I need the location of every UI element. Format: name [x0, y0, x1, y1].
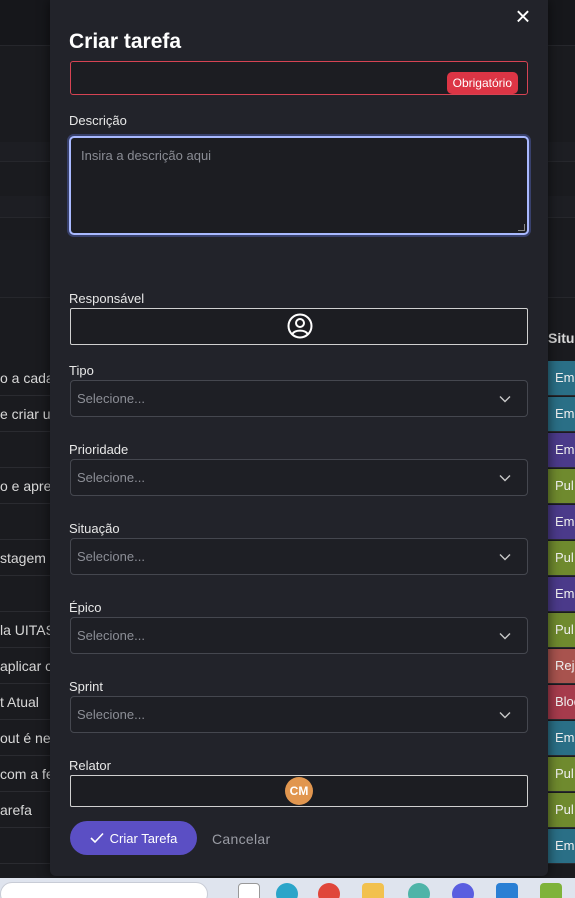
- chevron-down-icon: [499, 475, 511, 482]
- user-circle-icon: [287, 313, 313, 339]
- priority-label: Prioridade: [69, 442, 129, 457]
- epic-select[interactable]: Selecione...: [70, 617, 528, 654]
- type-select-value: Selecione...: [77, 391, 145, 406]
- description-label: Descrição: [69, 113, 127, 128]
- create-task-modal: × Criar tarefa Obrigatório Descrição Ins…: [50, 0, 548, 876]
- app-icon[interactable]: [540, 883, 562, 898]
- status-badge: Pul: [548, 793, 575, 827]
- background-task-title: out é ne: [0, 730, 51, 746]
- vscode-icon[interactable]: [496, 883, 518, 898]
- create-task-label: Criar Tarefa: [109, 830, 178, 846]
- status-badge: Em: [548, 721, 575, 755]
- check-icon: [90, 832, 104, 844]
- status-badge: Pul: [548, 541, 575, 575]
- modal-title: Criar tarefa: [69, 30, 182, 53]
- chevron-down-icon: [499, 554, 511, 561]
- required-badge: Obrigatório: [446, 72, 518, 94]
- background-task-title: aplicar c: [0, 658, 53, 674]
- assignee-selector[interactable]: [70, 308, 528, 345]
- type-label: Tipo: [69, 363, 94, 378]
- reporter-selector[interactable]: CM: [70, 775, 528, 807]
- status-column-header: Situaç: [548, 330, 575, 346]
- status-badge: Em: [548, 577, 575, 611]
- status-badge: Em: [548, 433, 575, 467]
- background-task-title: e criar u: [0, 406, 51, 422]
- chrome-browser-icon[interactable]: [318, 883, 340, 898]
- status-badge: Pul: [548, 757, 575, 791]
- chevron-down-icon: [499, 633, 511, 640]
- app-icon[interactable]: [408, 883, 430, 898]
- epic-label: Épico: [69, 600, 102, 615]
- background-task-title: com a fe: [0, 766, 54, 782]
- status-badge: Reje: [548, 649, 575, 683]
- status-badge: Em: [548, 397, 575, 431]
- status-badge: Em: [548, 505, 575, 539]
- background-task-title: stagem: [0, 550, 46, 566]
- status-badge: Bloq: [548, 685, 575, 719]
- folder-icon[interactable]: [362, 883, 384, 898]
- type-select[interactable]: Selecione...: [70, 380, 528, 417]
- priority-select[interactable]: Selecione...: [70, 459, 528, 496]
- status-select[interactable]: Selecione...: [70, 538, 528, 575]
- sprint-select-value: Selecione...: [77, 707, 145, 722]
- cancel-button[interactable]: Cancelar: [212, 831, 270, 847]
- epic-select-value: Selecione...: [77, 628, 145, 643]
- assignee-label: Responsável: [69, 291, 145, 306]
- background-task-title: o e apre: [0, 478, 52, 494]
- description-placeholder: Insira a descrição aqui: [81, 148, 212, 163]
- status-badge: Pul: [548, 613, 575, 647]
- description-textarea[interactable]: Insira a descrição aqui: [69, 136, 529, 235]
- create-task-button[interactable]: Criar Tarefa: [70, 821, 197, 855]
- background-task-title: arefa: [0, 802, 32, 818]
- taskbar: [0, 878, 575, 898]
- status-badge: Em: [548, 829, 575, 863]
- avatar: CM: [285, 777, 313, 805]
- background-task-title: t Atual: [0, 694, 39, 710]
- background-task-title: o a cada: [0, 370, 54, 386]
- priority-select-value: Selecione...: [77, 470, 145, 485]
- status-label: Situação: [69, 521, 120, 536]
- sprint-select[interactable]: Selecione...: [70, 696, 528, 733]
- resize-handle[interactable]: [518, 224, 525, 231]
- reporter-label: Relator: [69, 758, 111, 773]
- close-icon[interactable]: ×: [512, 3, 534, 29]
- chevron-down-icon: [499, 712, 511, 719]
- sprint-label: Sprint: [69, 679, 103, 694]
- status-badge: Em: [548, 361, 575, 395]
- edge-browser-icon[interactable]: [276, 883, 298, 898]
- status-select-value: Selecione...: [77, 549, 145, 564]
- discord-icon[interactable]: [452, 883, 474, 898]
- background-task-title: la UITAS: [0, 622, 55, 638]
- file-icon[interactable]: [238, 883, 260, 898]
- status-badge: Pul: [548, 469, 575, 503]
- chevron-down-icon: [499, 396, 511, 403]
- task-title-input[interactable]: Obrigatório: [70, 61, 528, 95]
- taskbar-search[interactable]: [0, 882, 208, 898]
